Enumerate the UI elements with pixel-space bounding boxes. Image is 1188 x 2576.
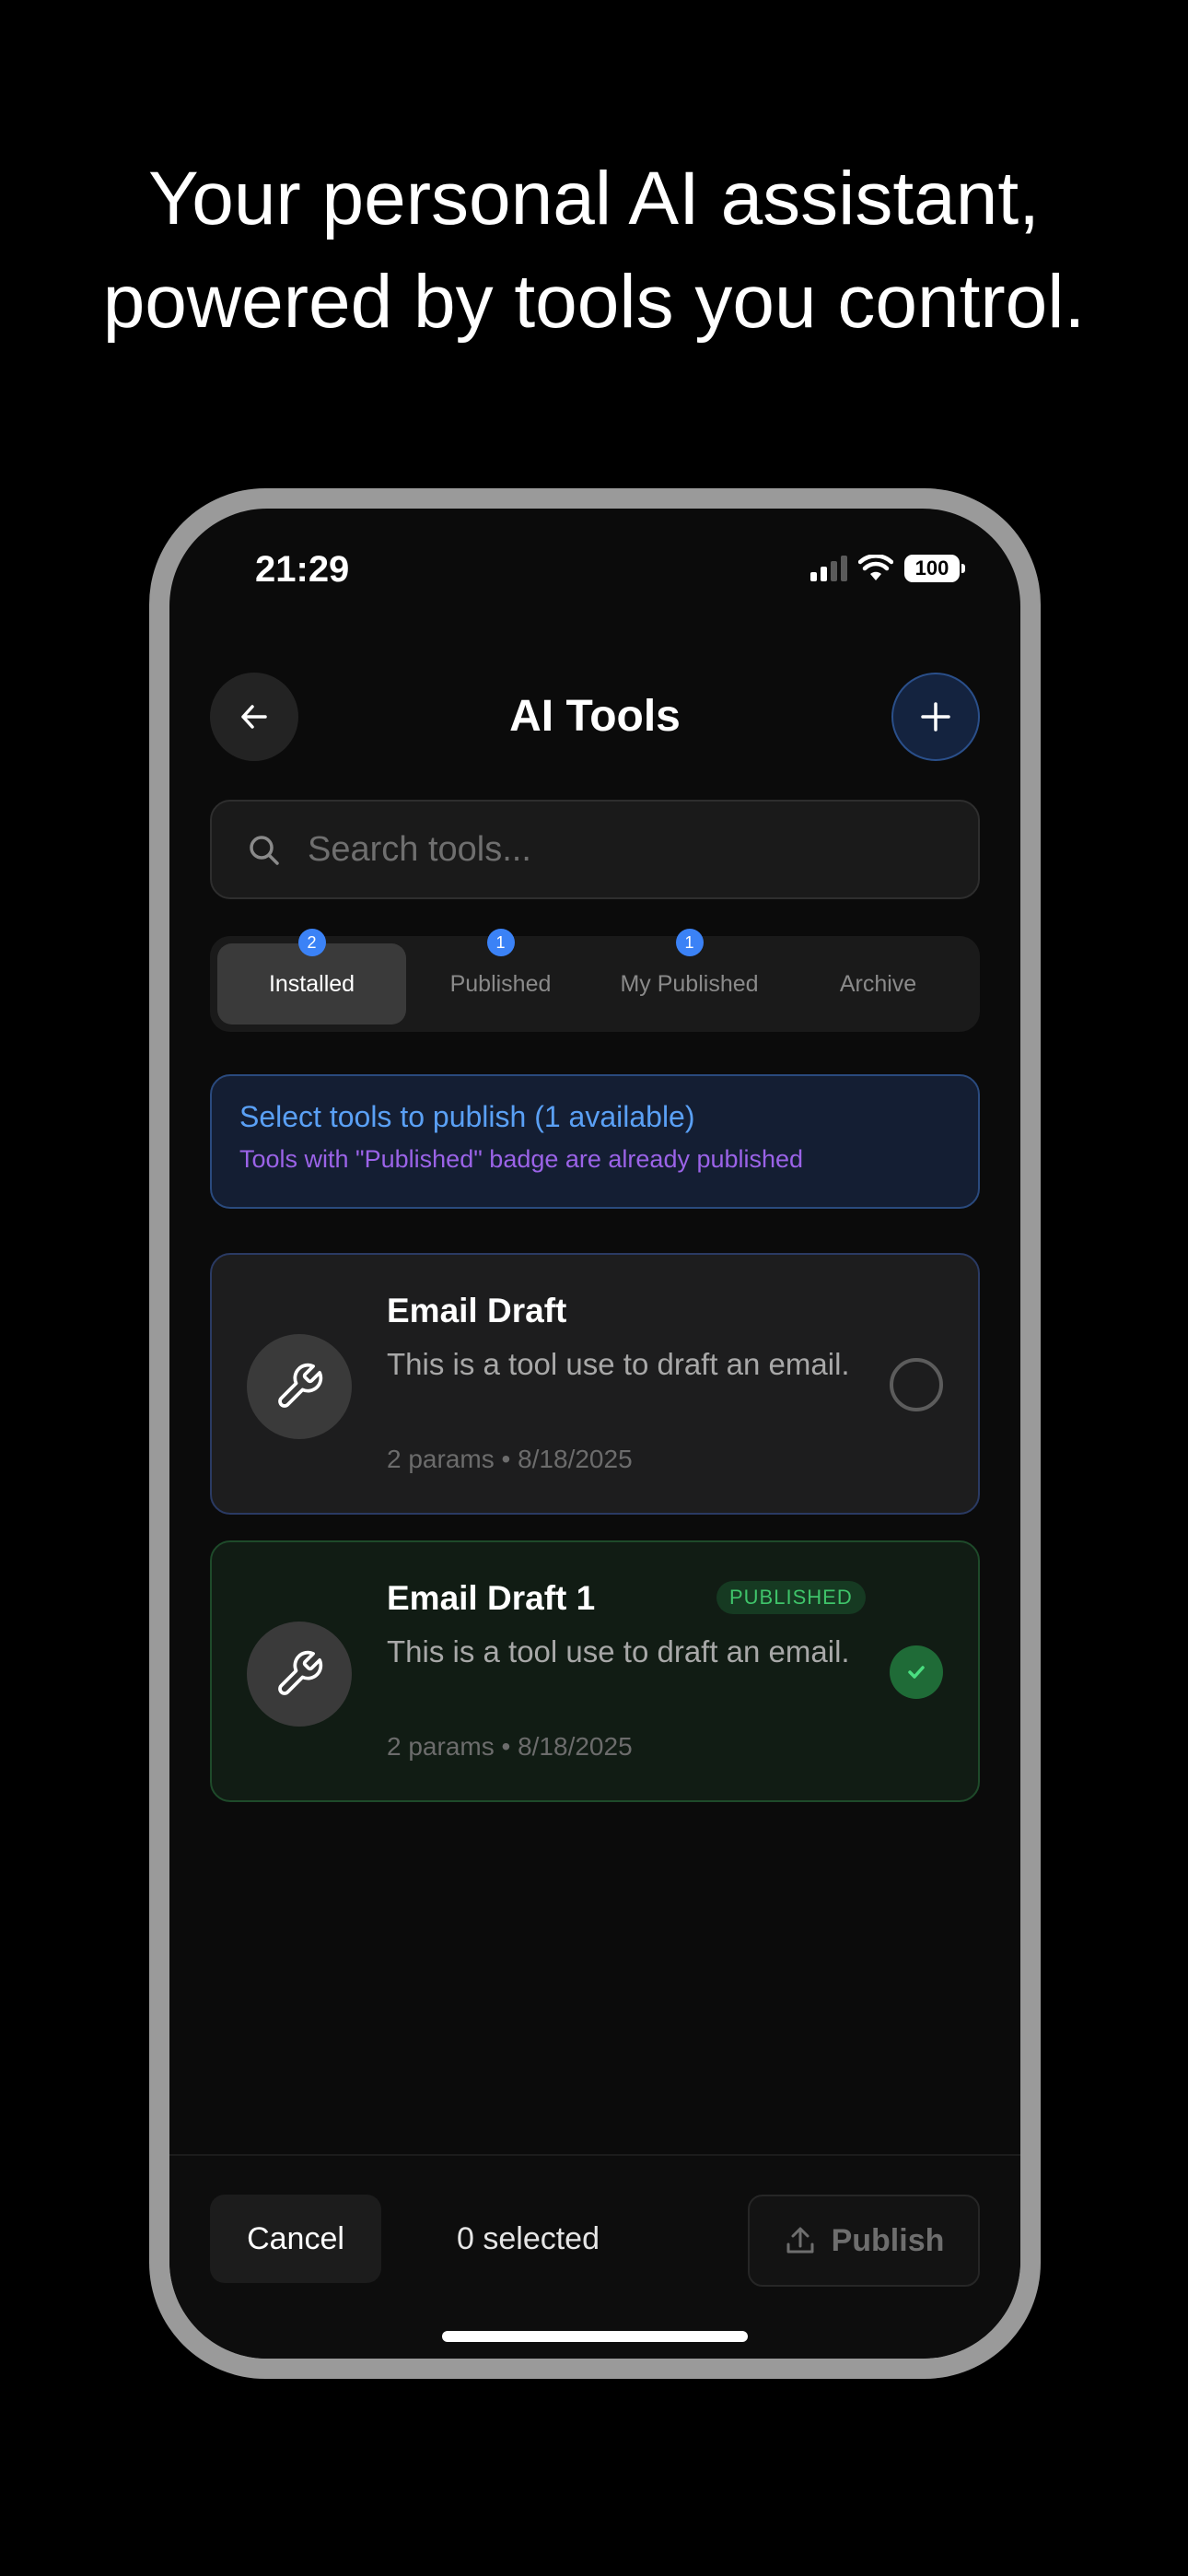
tab-my-published-label: My Published (620, 970, 759, 997)
tool-description: This is a tool use to draft an email. (387, 1347, 850, 1381)
search-input[interactable] (308, 802, 952, 897)
marketing-headline: Your personal AI assistant, powered by t… (0, 147, 1188, 354)
tool-description: This is a tool use to draft an email. (387, 1634, 850, 1669)
tab-installed[interactable]: 2 Installed (217, 929, 406, 1025)
status-time: 21:29 (255, 549, 350, 590)
info-banner-subtitle: Tools with "Published" badge are already… (239, 1145, 804, 1173)
home-indicator[interactable] (442, 2331, 748, 2342)
tool-card-email-draft[interactable]: Email Draft This is a tool use to draft … (210, 1253, 980, 1515)
status-bar: 21:29 100 (169, 509, 1020, 638)
header: AI Tools (169, 673, 1020, 761)
tab-archive-label: Archive (839, 970, 917, 997)
headline-line-2: powered by tools you control. (102, 260, 1086, 344)
battery-icon: 100 (904, 555, 965, 582)
tool-name: Email Draft 1 (387, 1579, 596, 1617)
selected-count: 0 selected (457, 2221, 600, 2256)
tab-my-published-badge: 1 (675, 929, 704, 956)
tool-meta: 2 params • 8/18/2025 (387, 1732, 633, 1761)
tab-my-published[interactable]: 1 My Published (595, 929, 784, 1025)
cancel-button[interactable]: Cancel (210, 2195, 381, 2283)
checkmark-icon (890, 1645, 943, 1699)
upload-icon (786, 2227, 814, 2254)
tab-published[interactable]: 1 Published (406, 929, 595, 1025)
tab-bar: 2 Installed 1 Published 1 My Published A… (210, 929, 980, 1032)
search-box (210, 800, 980, 899)
search-icon (247, 833, 282, 872)
published-badge: PUBLISHED (716, 1581, 866, 1614)
tab-published-badge: 1 (486, 929, 515, 956)
add-tool-button[interactable] (891, 673, 980, 761)
tool-card-email-draft-1[interactable]: Email Draft 1 PUBLISHED This is a tool u… (210, 1540, 980, 1802)
select-radio-button[interactable] (890, 1358, 943, 1411)
battery-level: 100 (914, 556, 949, 580)
info-banner-title: Select tools to publish (1 available) (239, 1100, 695, 1133)
headline-line-1: Your personal AI assistant, (148, 157, 1040, 240)
status-icons: 100 (810, 555, 965, 582)
phone-frame: 21:29 100 AI Tools Search tools... 2 Ins… (149, 488, 1041, 2379)
phone-screen: 21:29 100 AI Tools Search tools... 2 Ins… (169, 509, 1020, 2359)
wrench-icon (247, 1622, 352, 1727)
tool-name: Email Draft (387, 1292, 567, 1329)
back-button[interactable] (210, 673, 298, 761)
tool-meta: 2 params • 8/18/2025 (387, 1445, 633, 1473)
cellular-signal-icon (810, 556, 847, 581)
tab-published-label: Published (449, 970, 552, 997)
arrow-left-icon (241, 705, 267, 729)
publish-button-label: Publish (831, 2222, 945, 2258)
plus-icon (921, 702, 950, 732)
wrench-icon (247, 1334, 352, 1439)
tab-archive[interactable]: Archive (784, 943, 973, 1025)
publish-info-banner: Select tools to publish (1 available) To… (210, 1074, 980, 1209)
bottom-action-bar: Cancel 0 selected Publish (169, 2154, 1020, 2359)
tab-installed-label: Installed (268, 970, 355, 997)
wifi-icon (858, 555, 893, 580)
tab-installed-badge: 2 (297, 929, 326, 956)
publish-button[interactable]: Publish (748, 2195, 980, 2287)
